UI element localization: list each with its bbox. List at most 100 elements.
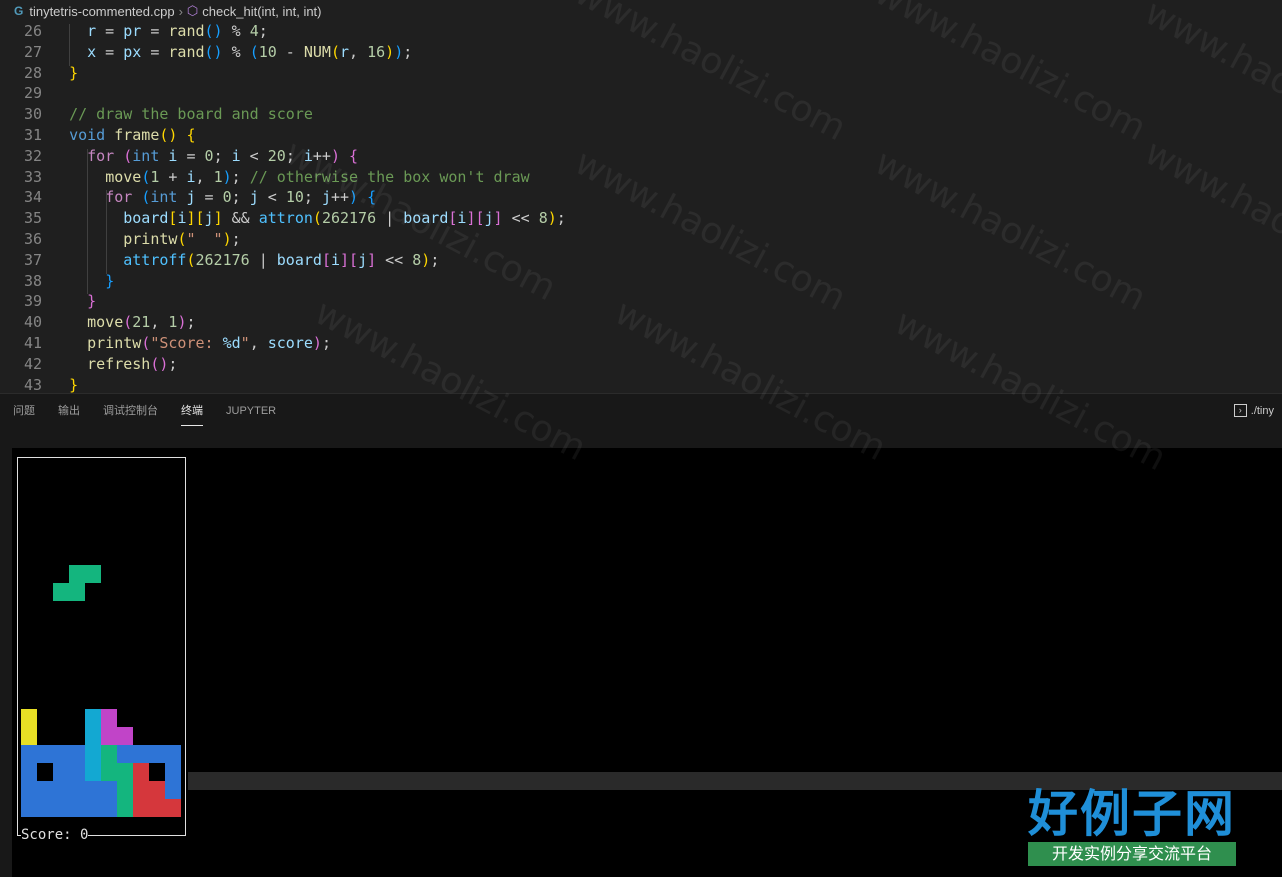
panel-gutter xyxy=(0,429,12,877)
board-cell xyxy=(101,781,117,799)
board-cell xyxy=(69,763,85,781)
board-cell xyxy=(21,709,37,727)
chevron-right-icon: › xyxy=(178,3,183,19)
indent-guide xyxy=(106,190,107,274)
board-cell xyxy=(21,763,37,781)
indent-guide xyxy=(87,148,88,295)
board-cell xyxy=(21,727,37,745)
board-cell xyxy=(165,799,181,817)
board-cell xyxy=(101,745,117,763)
watermark-logo: 好例子网 开发实例分享交流平台 xyxy=(1028,786,1236,866)
code-text: void frame() { xyxy=(69,126,196,144)
code-text: x = px = rand() % (10 - NUM(r, 16)); xyxy=(87,42,413,61)
line-number: 35 xyxy=(23,209,42,228)
code-editor[interactable]: 26 r = pr = rand() % 4; 27 x = px = rand(… xyxy=(0,22,1282,393)
code-text: // draw the board and score xyxy=(69,105,313,124)
line-number: 28 xyxy=(23,63,42,82)
board-cell xyxy=(85,799,101,817)
panel-tab[interactable]: 调试控制台 xyxy=(103,394,158,430)
board-cell xyxy=(21,745,37,763)
line-number: 38 xyxy=(23,271,42,290)
board-cell xyxy=(53,799,69,817)
board-cell xyxy=(101,799,117,817)
board-cell xyxy=(69,565,85,583)
board-cell xyxy=(117,781,133,799)
board-cell xyxy=(101,709,117,727)
board-cell xyxy=(69,583,85,601)
code-text: printw("Score: %d", score); xyxy=(87,334,331,352)
line-number: 42 xyxy=(23,354,42,373)
board-cell xyxy=(53,781,69,799)
line-number: 43 xyxy=(23,375,42,393)
board-cell xyxy=(133,781,149,799)
board-cell xyxy=(85,565,101,583)
line-number: 27 xyxy=(23,42,42,61)
board-cell xyxy=(69,781,85,799)
method-cube-icon: ⬡ xyxy=(186,3,199,18)
watermark-logo-text: 好例子网 xyxy=(1028,785,1236,843)
panel-tab[interactable]: 终端 xyxy=(181,394,203,430)
code-text: move(21, 1); xyxy=(87,313,196,332)
terminal-instance[interactable]: › ./tiny xyxy=(1233,404,1274,417)
code-text: refresh(); xyxy=(87,354,178,373)
board-cell xyxy=(133,763,149,781)
line-number: 26 xyxy=(23,22,42,40)
board-cell xyxy=(149,745,165,763)
board-cell xyxy=(21,799,37,817)
code-text: } xyxy=(105,271,115,290)
line-number: 36 xyxy=(23,230,42,248)
score-text: Score: 0 xyxy=(21,827,89,843)
board-cell xyxy=(85,727,101,745)
board-cell xyxy=(165,745,181,763)
code-text: } xyxy=(69,63,79,82)
board-cell xyxy=(53,763,69,781)
code-text: printw(" "); xyxy=(123,230,241,248)
board-cell xyxy=(69,799,85,817)
code-text: move(1 + i, 1); // otherwise the box won… xyxy=(105,167,530,186)
line-number: 29 xyxy=(23,84,42,103)
board-cell xyxy=(117,763,133,781)
board-cell xyxy=(133,799,149,817)
panel-tab[interactable]: 输出 xyxy=(58,394,80,430)
board-cell xyxy=(149,781,165,799)
line-number: 37 xyxy=(23,250,42,269)
board-cell xyxy=(101,727,117,745)
terminal-instance-label: ./tiny xyxy=(1250,404,1274,417)
panel-tabs: 问题 输出 调试控制台 终端 JUPYTER › ./tiny xyxy=(0,393,1282,430)
board-cell xyxy=(21,781,37,799)
board-cell xyxy=(85,745,101,763)
code-text: r = pr = rand() % 4; xyxy=(87,22,268,40)
line-number: 33 xyxy=(23,167,42,186)
board-cell xyxy=(117,727,133,745)
board-cell xyxy=(37,745,53,763)
board-cell xyxy=(85,763,101,781)
code-text: } xyxy=(87,292,97,311)
line-number: 39 xyxy=(23,292,42,311)
panel-tab[interactable]: JUPYTER xyxy=(226,394,276,430)
tetris-board xyxy=(17,457,186,836)
line-number: 41 xyxy=(23,334,42,352)
terminal-icon: › xyxy=(1233,404,1247,417)
board-cell xyxy=(85,709,101,727)
board-cell xyxy=(101,763,117,781)
line-number: 34 xyxy=(23,188,42,207)
indent-guide xyxy=(69,24,70,66)
board-cell xyxy=(53,745,69,763)
board-cell xyxy=(117,799,133,817)
line-number: 32 xyxy=(23,146,42,165)
line-number: 40 xyxy=(23,313,42,332)
board-cell xyxy=(85,781,101,799)
breadcrumb-file[interactable]: tinytetris-commented.cpp xyxy=(29,4,174,19)
code-text: for (int j = 0; j < 10; j++) { xyxy=(105,188,377,207)
panel-tab[interactable]: 问题 xyxy=(13,394,35,430)
board-cell xyxy=(165,781,181,799)
watermark-logo-sub: 开发实例分享交流平台 xyxy=(1028,842,1236,866)
board-cell xyxy=(37,799,53,817)
board-cell xyxy=(165,763,181,781)
cpp-file-icon: G xyxy=(14,4,24,18)
board-cell xyxy=(53,583,69,601)
code-text: for (int i = 0; i < 20; i++) { xyxy=(87,146,359,165)
board-cell xyxy=(117,745,133,763)
code-text: board[i][j] && attron(262176 | board[i][… xyxy=(123,209,566,228)
breadcrumb-symbol[interactable]: check_hit(int, int, int) xyxy=(202,4,321,19)
